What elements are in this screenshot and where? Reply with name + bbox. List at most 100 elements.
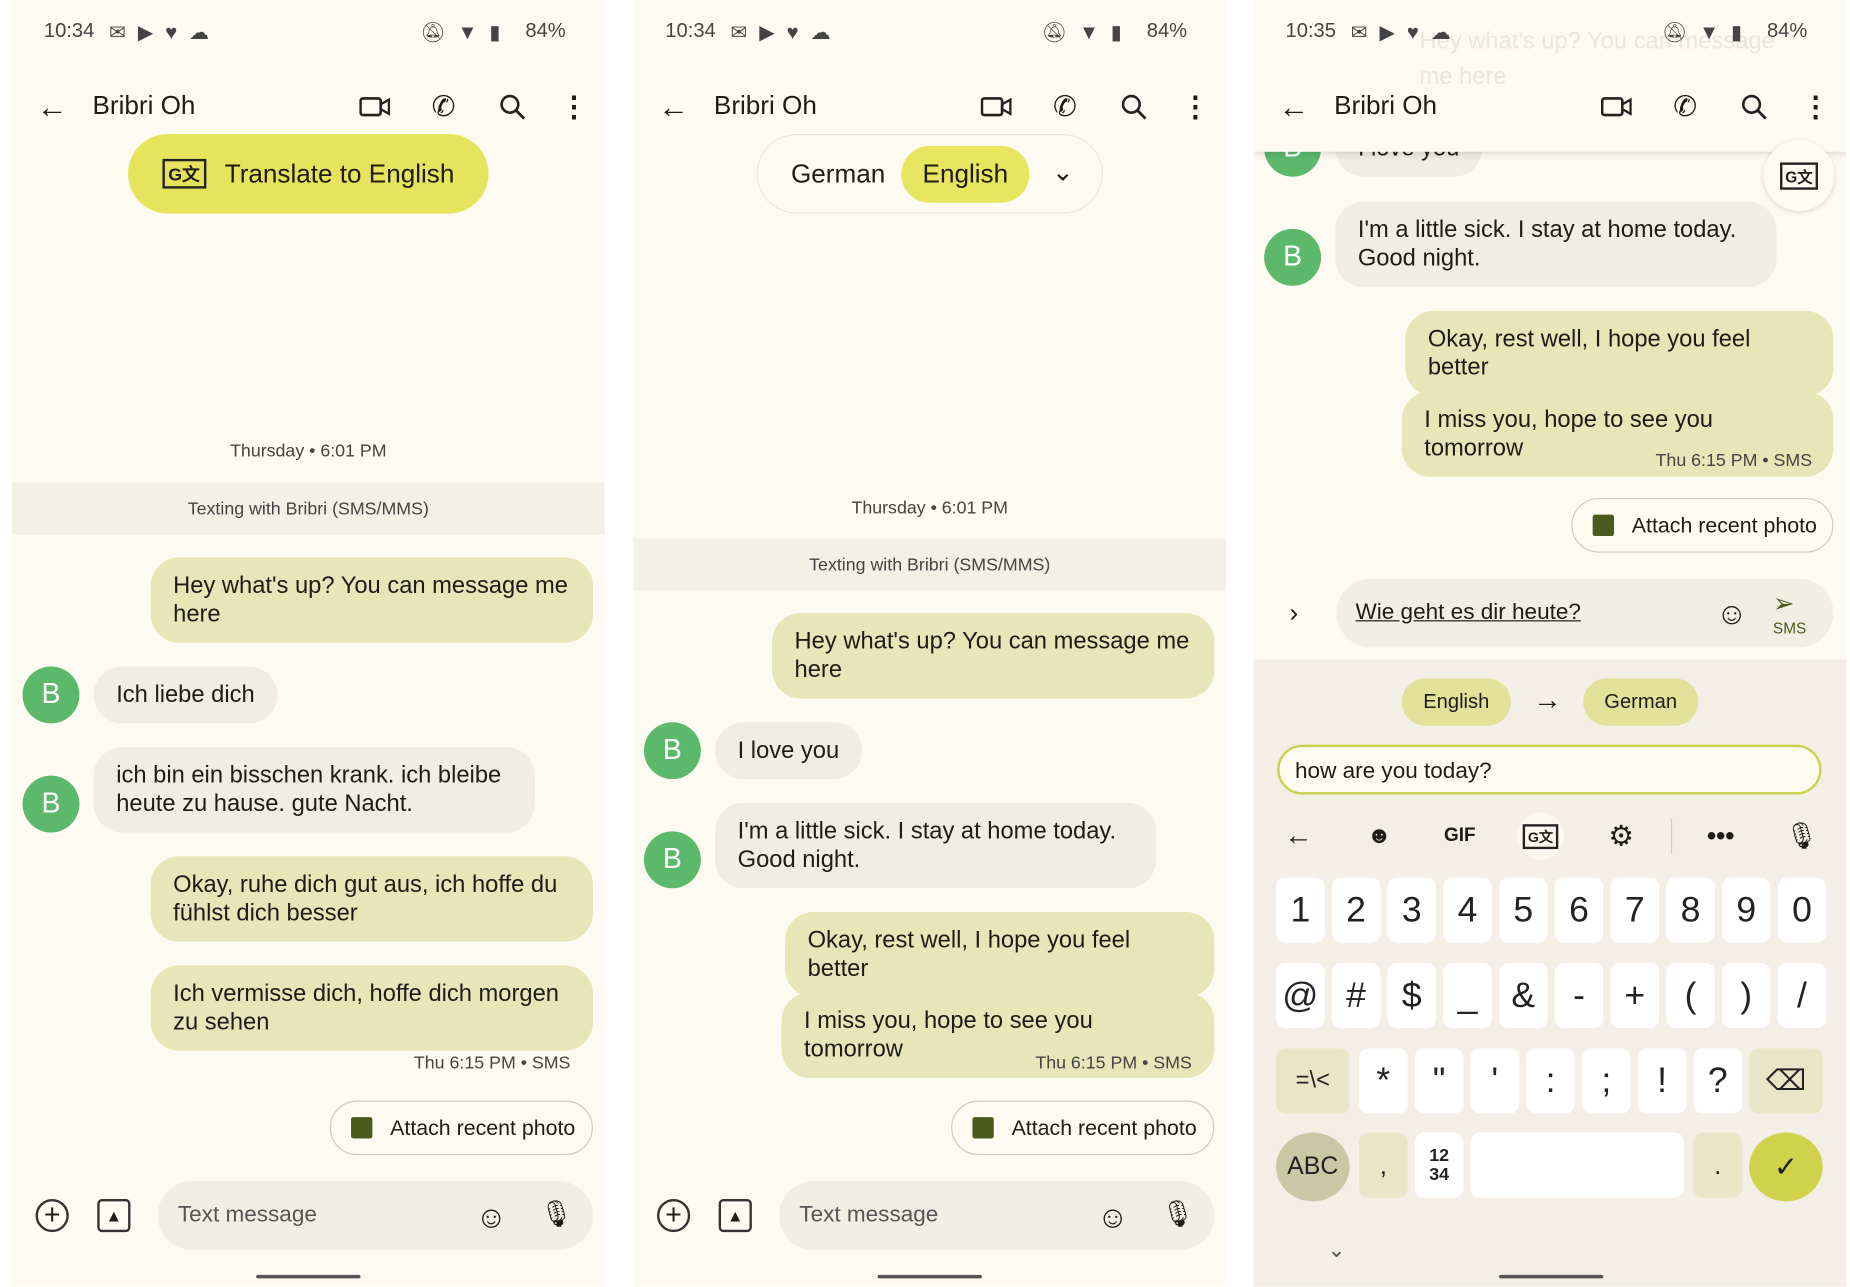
- video-call-icon[interactable]: [358, 90, 391, 123]
- key[interactable]: !: [1637, 1048, 1687, 1114]
- key[interactable]: _: [1443, 962, 1492, 1029]
- source-language-option[interactable]: German: [791, 159, 885, 190]
- key[interactable]: 1: [1276, 877, 1325, 943]
- target-language-option-selected[interactable]: English: [901, 145, 1030, 203]
- translate-to-language[interactable]: German: [1583, 678, 1699, 726]
- message-bubble-incoming[interactable]: I'm a little sick. I stay at home today.…: [715, 802, 1157, 889]
- message-bubble-outgoing[interactable]: Ich vermisse dich, hoffe dich morgen zu …: [150, 965, 593, 1051]
- gallery-icon[interactable]: ▲: [97, 1198, 131, 1233]
- key[interactable]: 5: [1498, 877, 1548, 943]
- video-call-icon[interactable]: [980, 90, 1013, 123]
- video-call-icon[interactable]: [1600, 90, 1633, 123]
- search-icon[interactable]: [1737, 90, 1770, 123]
- numpad-key[interactable]: 12 34: [1414, 1132, 1464, 1198]
- message-bubble-outgoing[interactable]: Okay, rest well, I hope you feel better: [785, 911, 1215, 998]
- attach-recent-photo-button[interactable]: Attach recent photo: [951, 1100, 1215, 1156]
- abc-key[interactable]: ABC: [1276, 1132, 1350, 1202]
- message-bubble-outgoing[interactable]: Hey what's up? You can message me here: [150, 557, 593, 643]
- emoji-icon[interactable]: ☺: [1097, 1199, 1128, 1236]
- translate-toggle-button[interactable]: G文: [1763, 139, 1835, 212]
- message-bubble-incoming[interactable]: Ich liebe dich: [93, 666, 278, 724]
- key[interactable]: *: [1359, 1048, 1408, 1114]
- emoji-icon[interactable]: ☺: [1716, 595, 1747, 632]
- phone-icon[interactable]: ✆: [427, 90, 460, 123]
- message-input-text[interactable]: Wie geht es dir heute?: [1355, 600, 1580, 626]
- key[interactable]: 6: [1554, 877, 1604, 943]
- message-bubble-incoming[interactable]: ich bin ein bisschen krank. ich bleibe h…: [93, 747, 535, 833]
- gallery-icon[interactable]: ▲: [718, 1198, 752, 1233]
- message-bubble-outgoing[interactable]: Okay, rest well, I hope you feel better: [1405, 310, 1834, 397]
- key[interactable]: #: [1331, 962, 1381, 1029]
- phone-icon[interactable]: ✆: [1669, 90, 1702, 123]
- add-icon[interactable]: +: [656, 1198, 691, 1233]
- message-bubble-outgoing[interactable]: Hey what's up? You can message me here: [772, 613, 1215, 699]
- key[interactable]: 7: [1610, 877, 1660, 943]
- more-options-icon[interactable]: ⋮: [557, 90, 590, 123]
- sticker-icon[interactable]: ☻: [1363, 819, 1396, 852]
- home-indicator[interactable]: [877, 1274, 982, 1279]
- translate-input[interactable]: how are you today?: [1277, 744, 1822, 795]
- home-indicator[interactable]: [1498, 1274, 1604, 1279]
- keyboard-translate-icon[interactable]: G文: [1516, 812, 1565, 860]
- more-icon[interactable]: •••: [1704, 819, 1737, 852]
- translate-to-english-button[interactable]: G文 Translate to English: [128, 134, 489, 214]
- gif-button[interactable]: GIF: [1441, 819, 1479, 852]
- back-arrow-icon[interactable]: ←: [36, 88, 69, 124]
- send-icon[interactable]: ➢: [1773, 588, 1795, 619]
- home-indicator[interactable]: [256, 1274, 361, 1279]
- key[interactable]: (: [1666, 962, 1715, 1029]
- key[interactable]: ;: [1581, 1048, 1631, 1114]
- microphone-icon[interactable]: 🎙︎: [540, 1199, 573, 1230]
- symbols-shift-key[interactable]: =\<: [1276, 1048, 1350, 1114]
- back-arrow-icon[interactable]: ←: [657, 88, 690, 124]
- translate-from-language[interactable]: English: [1401, 678, 1511, 726]
- key[interactable]: $: [1387, 962, 1437, 1029]
- more-options-icon[interactable]: ⋮: [1179, 90, 1212, 123]
- message-bubble-incoming[interactable]: I'm a little sick. I stay at home today.…: [1335, 201, 1777, 287]
- key[interactable]: &: [1498, 962, 1548, 1029]
- chevron-down-icon[interactable]: ⌄: [1052, 157, 1074, 188]
- avatar[interactable]: B: [643, 722, 701, 780]
- key[interactable]: -: [1554, 962, 1604, 1029]
- attach-recent-photo-button[interactable]: Attach recent photo: [329, 1100, 593, 1156]
- enter-check-key[interactable]: ✓: [1749, 1132, 1823, 1202]
- key[interactable]: ): [1721, 962, 1771, 1029]
- phone-icon[interactable]: ✆: [1048, 90, 1081, 123]
- key[interactable]: /: [1777, 962, 1827, 1029]
- key[interactable]: 4: [1443, 877, 1492, 943]
- key[interactable]: 9: [1721, 877, 1771, 943]
- microphone-icon[interactable]: 🎙︎: [1161, 1199, 1194, 1230]
- key[interactable]: ": [1414, 1048, 1464, 1114]
- backspace-key[interactable]: ⌫: [1749, 1048, 1823, 1114]
- key[interactable]: 3: [1387, 877, 1437, 943]
- message-bubble-outgoing[interactable]: Okay, ruhe dich gut aus, ich hoffe du fü…: [150, 856, 593, 942]
- add-icon[interactable]: +: [35, 1198, 69, 1233]
- key[interactable]: 2: [1331, 877, 1381, 943]
- emoji-icon[interactable]: ☺: [476, 1199, 507, 1236]
- back-arrow-icon[interactable]: ←: [1277, 88, 1310, 124]
- key[interactable]: 0: [1777, 877, 1827, 943]
- search-icon[interactable]: [1117, 90, 1150, 123]
- key[interactable]: @: [1276, 962, 1325, 1029]
- message-input[interactable]: Text message ☺ 🎙︎: [157, 1181, 593, 1250]
- settings-icon[interactable]: ⚙: [1605, 819, 1638, 852]
- more-options-icon[interactable]: ⋮: [1799, 90, 1832, 123]
- key[interactable]: 8: [1666, 877, 1715, 943]
- message-bubble-incoming[interactable]: I love you: [715, 722, 862, 780]
- avatar[interactable]: B: [1264, 228, 1322, 286]
- voice-input-icon[interactable]: 🎙︎: [1785, 819, 1818, 852]
- avatar[interactable]: B: [22, 666, 80, 724]
- message-input[interactable]: Text message ☺ 🎙︎: [779, 1181, 1215, 1250]
- expand-chevron-icon[interactable]: ›: [1280, 598, 1308, 628]
- key[interactable]: ': [1470, 1048, 1520, 1114]
- search-icon[interactable]: [496, 90, 529, 123]
- keyboard-back-icon[interactable]: ←: [1282, 819, 1315, 852]
- comma-key[interactable]: ,: [1359, 1132, 1408, 1198]
- message-input[interactable]: Wie geht es dir heute? ☺ ➢ SMS: [1336, 578, 1834, 648]
- hide-keyboard-icon[interactable]: ⌄: [1325, 1237, 1349, 1262]
- key[interactable]: +: [1610, 962, 1660, 1029]
- avatar[interactable]: B: [643, 831, 701, 889]
- period-key[interactable]: .: [1693, 1132, 1743, 1198]
- key[interactable]: ?: [1693, 1048, 1743, 1114]
- avatar[interactable]: B: [22, 775, 80, 833]
